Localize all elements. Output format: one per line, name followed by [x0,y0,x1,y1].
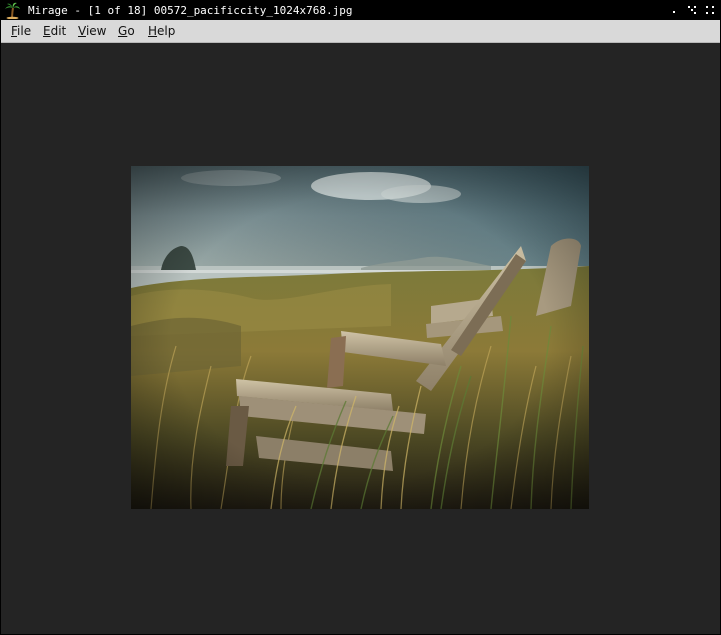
palm-tree-icon [5,2,20,19]
menu-help-label: elp [157,24,176,38]
menu-file[interactable]: File [11,24,31,38]
menu-help[interactable]: Help [148,24,175,38]
maximize-button[interactable] [687,5,698,16]
title-bar[interactable]: Mirage - [1 of 18] 00572_pacificcity_102… [1,1,720,20]
menu-bar: File Edit View Go Help [1,20,720,43]
maximize-dots-icon [691,9,693,11]
menu-view[interactable]: View [78,24,106,38]
image-viewer[interactable] [1,43,720,634]
close-button[interactable] [705,5,716,16]
menu-view-mnemonic: V [78,24,86,38]
menu-file-label: ile [17,24,32,38]
menu-go[interactable]: Go [118,24,135,38]
displayed-photo [131,166,589,509]
menu-go-mnemonic: G [118,24,128,38]
menu-edit[interactable]: Edit [43,24,66,38]
mirage-window: Mirage - [1 of 18] 00572_pacificcity_102… [0,0,721,635]
menu-edit-label: dit [50,24,67,38]
menu-help-mnemonic: H [148,24,158,38]
window-title: Mirage - [1 of 18] 00572_pacificcity_102… [28,4,353,17]
minimize-button[interactable] [669,5,680,16]
minimize-dot-icon [673,11,675,13]
menu-view-label: iew [85,24,107,38]
menu-edit-mnemonic: E [43,24,51,38]
menu-go-label: o [127,24,135,38]
close-dots-icon [706,12,708,14]
